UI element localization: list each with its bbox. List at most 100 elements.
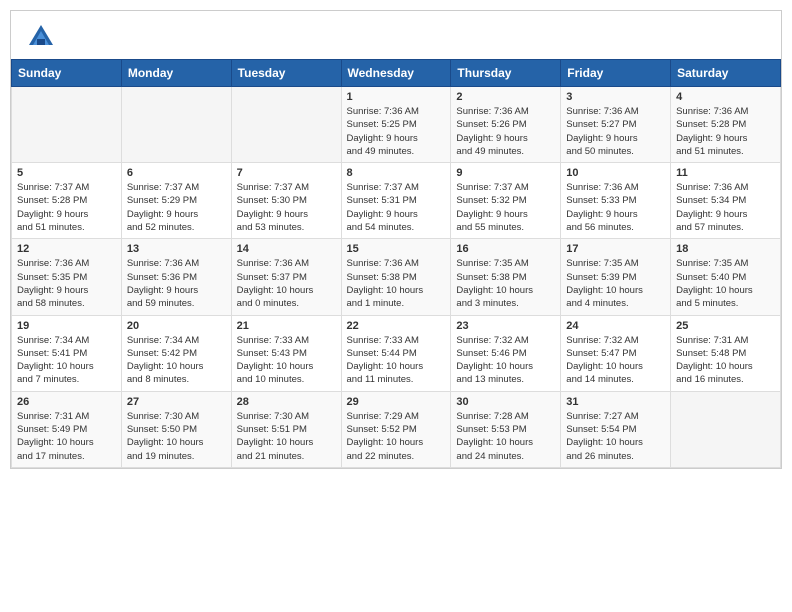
day-number: 26: [17, 396, 116, 408]
calendar-cell: 12 Sunrise: 7:36 AM Sunset: 5:35 PM Dayli…: [12, 239, 122, 315]
day-info: Sunrise: 7:36 AM Sunset: 5:33 PM Dayligh…: [566, 181, 665, 234]
calendar-cell: [671, 391, 781, 467]
day-info: Sunrise: 7:30 AM Sunset: 5:50 PM Dayligh…: [127, 410, 226, 463]
day-info: Sunrise: 7:37 AM Sunset: 5:31 PM Dayligh…: [347, 181, 446, 234]
calendar-cell: 15Sunrise: 7:36 AM Sunset: 5:38 PM Dayli…: [341, 239, 451, 315]
day-info: Sunrise: 7:37 AM Sunset: 5:29 PM Dayligh…: [127, 181, 226, 234]
calendar-cell: 3 Sunrise: 7:36 AM Sunset: 5:27 PM Daylig…: [561, 87, 671, 163]
day-info: Sunrise: 7:37 AM Sunset: 5:30 PM Dayligh…: [237, 181, 336, 234]
day-info: Sunrise: 7:37 AM Sunset: 5:28 PM Dayligh…: [17, 181, 116, 234]
day-number: 6: [127, 167, 226, 179]
calendar-cell: 19 Sunrise: 7:34 AM Sunset: 5:41 PM Dayli…: [12, 315, 122, 391]
day-info: Sunrise: 7:36 AM Sunset: 5:37 PM Dayligh…: [237, 257, 336, 310]
weekday-header-sunday: Sunday: [12, 60, 122, 87]
day-number: 1: [347, 91, 446, 103]
day-number: 13: [127, 243, 226, 255]
calendar-cell: 2 Sunrise: 7:36 AM Sunset: 5:26 PM Daylig…: [451, 87, 561, 163]
calendar-cell: [231, 87, 341, 163]
calendar-cell: 30Sunrise: 7:28 AM Sunset: 5:53 PM Dayli…: [451, 391, 561, 467]
day-info: Sunrise: 7:36 AM Sunset: 5:27 PM Dayligh…: [566, 105, 665, 158]
day-number: 10: [566, 167, 665, 179]
calendar-cell: 20Sunrise: 7:34 AM Sunset: 5:42 PM Dayli…: [121, 315, 231, 391]
day-number: 3: [566, 91, 665, 103]
calendar-cell: 9 Sunrise: 7:37 AM Sunset: 5:32 PM Daylig…: [451, 163, 561, 239]
day-info: Sunrise: 7:31 AM Sunset: 5:49 PM Dayligh…: [17, 410, 116, 463]
calendar-cell: 4 Sunrise: 7:36 AM Sunset: 5:28 PM Daylig…: [671, 87, 781, 163]
day-number: 2: [456, 91, 555, 103]
day-number: 9: [456, 167, 555, 179]
day-number: 7: [237, 167, 336, 179]
calendar-cell: 8 Sunrise: 7:37 AM Sunset: 5:31 PM Daylig…: [341, 163, 451, 239]
calendar-cell: 11 Sunrise: 7:36 AM Sunset: 5:34 PM Dayli…: [671, 163, 781, 239]
day-info: Sunrise: 7:36 AM Sunset: 5:34 PM Dayligh…: [676, 181, 775, 234]
calendar-cell: 21Sunrise: 7:33 AM Sunset: 5:43 PM Dayli…: [231, 315, 341, 391]
day-number: 16: [456, 243, 555, 255]
calendar-cell: 18 Sunrise: 7:35 AM Sunset: 5:40 PM Dayli…: [671, 239, 781, 315]
day-info: Sunrise: 7:29 AM Sunset: 5:52 PM Dayligh…: [347, 410, 446, 463]
calendar-cell: [121, 87, 231, 163]
week-row-4: 19 Sunrise: 7:34 AM Sunset: 5:41 PM Dayli…: [12, 315, 781, 391]
day-info: Sunrise: 7:36 AM Sunset: 5:28 PM Dayligh…: [676, 105, 775, 158]
calendar-cell: 13 Sunrise: 7:36 AM Sunset: 5:36 PM Dayli…: [121, 239, 231, 315]
day-number: 19: [17, 320, 116, 332]
logo: [27, 23, 59, 51]
day-number: 15: [347, 243, 446, 255]
week-row-2: 5Sunrise: 7:37 AM Sunset: 5:28 PM Daylig…: [12, 163, 781, 239]
day-info: Sunrise: 7:37 AM Sunset: 5:32 PM Dayligh…: [456, 181, 555, 234]
day-number: 27: [127, 396, 226, 408]
day-number: 25: [676, 320, 775, 332]
day-number: 4: [676, 91, 775, 103]
day-info: Sunrise: 7:36 AM Sunset: 5:35 PM Dayligh…: [17, 257, 116, 310]
weekday-header-row: SundayMondayTuesdayWednesdayThursdayFrid…: [12, 60, 781, 87]
calendar-table: SundayMondayTuesdayWednesdayThursdayFrid…: [11, 59, 781, 468]
weekday-header-monday: Monday: [121, 60, 231, 87]
day-info: Sunrise: 7:32 AM Sunset: 5:47 PM Dayligh…: [566, 334, 665, 387]
day-number: 8: [347, 167, 446, 179]
calendar-cell: 10 Sunrise: 7:36 AM Sunset: 5:33 PM Dayli…: [561, 163, 671, 239]
weekday-header-tuesday: Tuesday: [231, 60, 341, 87]
day-info: Sunrise: 7:27 AM Sunset: 5:54 PM Dayligh…: [566, 410, 665, 463]
day-info: Sunrise: 7:36 AM Sunset: 5:36 PM Dayligh…: [127, 257, 226, 310]
day-info: Sunrise: 7:35 AM Sunset: 5:39 PM Dayligh…: [566, 257, 665, 310]
weekday-header-saturday: Saturday: [671, 60, 781, 87]
calendar-cell: 22 Sunrise: 7:33 AM Sunset: 5:44 PM Dayli…: [341, 315, 451, 391]
day-info: Sunrise: 7:36 AM Sunset: 5:26 PM Dayligh…: [456, 105, 555, 158]
day-info: Sunrise: 7:33 AM Sunset: 5:43 PM Dayligh…: [237, 334, 336, 387]
day-number: 29: [347, 396, 446, 408]
calendar-cell: 17Sunrise: 7:35 AM Sunset: 5:39 PM Dayli…: [561, 239, 671, 315]
day-info: Sunrise: 7:32 AM Sunset: 5:46 PM Dayligh…: [456, 334, 555, 387]
day-number: 20: [127, 320, 226, 332]
day-info: Sunrise: 7:34 AM Sunset: 5:41 PM Dayligh…: [17, 334, 116, 387]
day-info: Sunrise: 7:28 AM Sunset: 5:53 PM Dayligh…: [456, 410, 555, 463]
day-info: Sunrise: 7:31 AM Sunset: 5:48 PM Dayligh…: [676, 334, 775, 387]
week-row-3: 12 Sunrise: 7:36 AM Sunset: 5:35 PM Dayli…: [12, 239, 781, 315]
day-number: 18: [676, 243, 775, 255]
calendar-cell: 24 Sunrise: 7:32 AM Sunset: 5:47 PM Dayli…: [561, 315, 671, 391]
day-info: Sunrise: 7:33 AM Sunset: 5:44 PM Dayligh…: [347, 334, 446, 387]
calendar-cell: 6 Sunrise: 7:37 AM Sunset: 5:29 PM Daylig…: [121, 163, 231, 239]
weekday-header-thursday: Thursday: [451, 60, 561, 87]
weekday-header-wednesday: Wednesday: [341, 60, 451, 87]
logo-icon: [27, 23, 55, 51]
day-info: Sunrise: 7:35 AM Sunset: 5:40 PM Dayligh…: [676, 257, 775, 310]
week-row-5: 26 Sunrise: 7:31 AM Sunset: 5:49 PM Dayli…: [12, 391, 781, 467]
day-number: 14: [237, 243, 336, 255]
calendar-cell: 26 Sunrise: 7:31 AM Sunset: 5:49 PM Dayli…: [12, 391, 122, 467]
day-number: 24: [566, 320, 665, 332]
calendar-page: SundayMondayTuesdayWednesdayThursdayFrid…: [10, 10, 782, 469]
day-number: 28: [237, 396, 336, 408]
calendar-cell: [12, 87, 122, 163]
calendar-cell: 1Sunrise: 7:36 AM Sunset: 5:25 PM Daylig…: [341, 87, 451, 163]
day-info: Sunrise: 7:30 AM Sunset: 5:51 PM Dayligh…: [237, 410, 336, 463]
calendar-cell: 5Sunrise: 7:37 AM Sunset: 5:28 PM Daylig…: [12, 163, 122, 239]
weekday-header-friday: Friday: [561, 60, 671, 87]
calendar-cell: 16Sunrise: 7:35 AM Sunset: 5:38 PM Dayli…: [451, 239, 561, 315]
calendar-cell: 31Sunrise: 7:27 AM Sunset: 5:54 PM Dayli…: [561, 391, 671, 467]
day-number: 11: [676, 167, 775, 179]
calendar-cell: 23Sunrise: 7:32 AM Sunset: 5:46 PM Dayli…: [451, 315, 561, 391]
calendar-cell: 14 Sunrise: 7:36 AM Sunset: 5:37 PM Dayli…: [231, 239, 341, 315]
week-row-1: 1Sunrise: 7:36 AM Sunset: 5:25 PM Daylig…: [12, 87, 781, 163]
day-number: 22: [347, 320, 446, 332]
calendar-cell: 25 Sunrise: 7:31 AM Sunset: 5:48 PM Dayli…: [671, 315, 781, 391]
day-number: 12: [17, 243, 116, 255]
